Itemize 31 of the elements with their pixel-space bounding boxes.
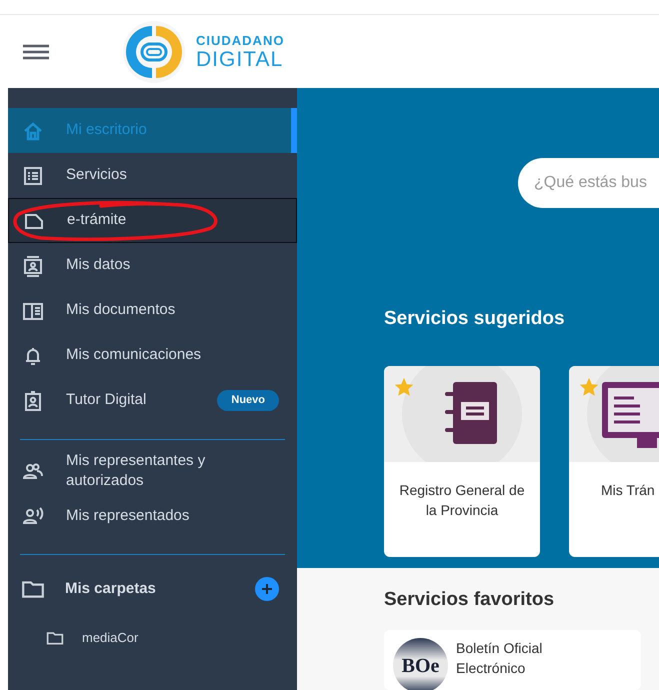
- favorite-card[interactable]: BOe Boletín Oficial Electrónico: [384, 630, 641, 690]
- folder-item[interactable]: mediaCor: [8, 615, 297, 661]
- sidebar-item[interactable]: Mis representados: [8, 493, 297, 538]
- sidebar-item[interactable]: Mis documentos: [8, 288, 297, 333]
- sidebar-item[interactable]: e-trámite: [8, 198, 297, 243]
- service-label: Mis Trán: [601, 480, 656, 500]
- add-folder-button[interactable]: [255, 577, 279, 601]
- logo-text: DIGITAL: [196, 48, 284, 70]
- menu-item-icon: [22, 120, 44, 142]
- service-card[interactable]: Mis Trán: [569, 366, 659, 556]
- sidebar-item[interactable]: Mis datos: [8, 243, 297, 288]
- menu-item-icon: [22, 254, 44, 276]
- menu-item-icon: [22, 390, 44, 412]
- new-badge: Nuevo: [217, 390, 279, 411]
- logo-text: CIUDADANO: [196, 34, 284, 46]
- menu-icon: [22, 44, 50, 60]
- sidebar-item[interactable]: Mis representantes y autorizados: [8, 448, 297, 493]
- service-card[interactable]: Registro General de la Provincia: [384, 366, 540, 556]
- search-field[interactable]: ¿Qué estás bus: [518, 158, 659, 208]
- people-icon: [22, 504, 44, 526]
- sidebar-item[interactable]: Servicios: [8, 153, 297, 198]
- menu-item-icon: [22, 164, 44, 186]
- sidebar-item[interactable]: Mis comunicaciones: [8, 333, 297, 378]
- service-label: Registro General de la Provincia: [398, 480, 526, 520]
- section-title: Servicios favoritos: [384, 588, 556, 612]
- logo-icon: [122, 20, 186, 84]
- sidebar-item[interactable]: Tutor Digital Nuevo: [8, 378, 297, 423]
- section-title: Servicios sugeridos: [384, 307, 566, 331]
- plus-icon: [261, 583, 273, 595]
- boe-logo: BOe: [393, 638, 448, 690]
- folders-title: Mis carpetas: [65, 578, 157, 599]
